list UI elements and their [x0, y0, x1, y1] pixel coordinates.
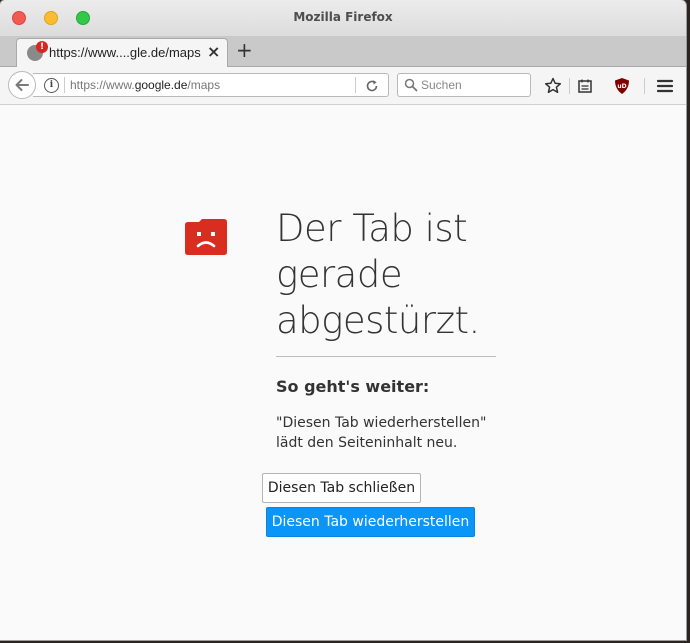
new-tab-button[interactable]: + — [236, 38, 253, 62]
title-bar: Mozilla Firefox — [0, 0, 686, 36]
crash-heading: Der Tab ist gerade abgestürzt. — [276, 207, 480, 342]
navigation-bar: i https://www.google.de/maps Suchen uD — [0, 67, 686, 105]
restore-tab-button[interactable]: Diesen Tab wiederherstellen — [266, 507, 475, 537]
crash-badge-icon: ! — [36, 41, 48, 53]
search-icon — [404, 78, 418, 92]
url-bar[interactable]: i https://www.google.de/maps — [33, 73, 389, 97]
url-path: /maps — [187, 78, 221, 92]
search-input[interactable]: Suchen — [397, 73, 531, 97]
ublock-label: uD — [617, 83, 626, 90]
toolbar-separator — [569, 78, 570, 94]
crash-divider — [276, 356, 496, 357]
crash-description: "Diesen Tab wiederherstellen" lädt den S… — [276, 415, 487, 451]
tab-label: https://www....gle.de/maps — [49, 45, 201, 60]
sad-tab-icon — [185, 219, 227, 255]
tab-close-icon[interactable]: × — [207, 42, 220, 61]
back-button[interactable] — [8, 71, 36, 99]
url-prefix: https://www. — [70, 78, 135, 92]
info-icon[interactable]: i — [44, 78, 59, 93]
tab-strip: ! https://www....gle.de/maps × + — [0, 36, 686, 67]
ublock-icon[interactable]: uD — [611, 75, 633, 97]
menu-icon[interactable] — [654, 75, 676, 97]
url-host: google.de — [134, 78, 188, 92]
crash-page: Der Tab ist gerade abgestürzt. So geht's… — [0, 105, 686, 640]
reader-list-icon[interactable] — [574, 75, 596, 97]
tab-maps[interactable]: ! https://www....gle.de/maps × — [16, 38, 228, 67]
url-text[interactable]: https://www.google.de/maps — [70, 78, 220, 92]
toolbar-separator — [644, 78, 645, 94]
browser-window: Mozilla Firefox ! https://www....gle.de/… — [0, 0, 686, 640]
url-divider — [64, 77, 65, 93]
close-tab-button[interactable]: Diesen Tab schließen — [262, 473, 421, 503]
bookmark-star-icon[interactable] — [542, 75, 564, 97]
search-placeholder: Suchen — [421, 78, 462, 92]
reload-icon[interactable] — [365, 75, 379, 97]
crash-subheading: So geht's weiter: — [276, 377, 430, 396]
window-title: Mozilla Firefox — [293, 10, 393, 24]
back-icon — [15, 79, 29, 91]
url-divider-right — [355, 77, 356, 93]
